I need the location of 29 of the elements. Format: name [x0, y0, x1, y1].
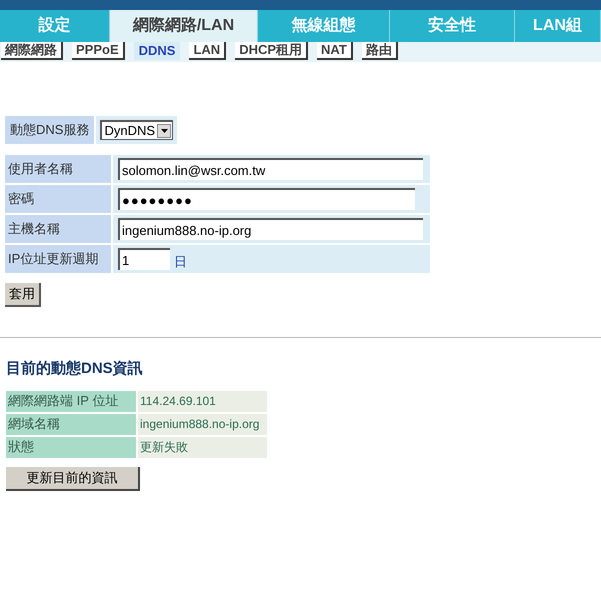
- sub-tab[interactable]: DHCP租用: [235, 42, 308, 60]
- field-label: IP位址更新週期: [5, 245, 111, 273]
- password-field[interactable]: ●●●●●●●●: [118, 188, 415, 210]
- info-value: ingenium888.no-ip.org: [138, 414, 267, 434]
- sub-tab[interactable]: LAN: [189, 42, 226, 60]
- field-label: 密碼: [5, 185, 111, 213]
- field-label: 動態DNS服務: [5, 116, 94, 144]
- info-label: 網域名稱: [6, 414, 136, 434]
- input-field[interactable]: ingenium888.no-ip.org: [118, 218, 423, 240]
- field-label: 主機名稱: [5, 215, 111, 243]
- sub-tab[interactable]: 路由: [362, 42, 398, 60]
- field-label: 使用者名稱: [5, 155, 111, 183]
- info-label: 狀態: [6, 436, 136, 458]
- service-select[interactable]: DynDNS: [100, 120, 174, 140]
- input-field[interactable]: 1: [118, 248, 170, 270]
- info-value: 更新失敗: [138, 436, 267, 458]
- sub-tab[interactable]: DDNS: [134, 42, 180, 60]
- refresh-button[interactable]: 更新目前的資訊: [6, 466, 140, 490]
- select-value: DynDNS: [103, 122, 156, 140]
- input-field[interactable]: solomon.lin@wsr.com.tw: [118, 158, 423, 180]
- sub-tab[interactable]: 網際網路: [1, 42, 63, 60]
- main-tab[interactable]: 網際網路/LAN: [110, 10, 258, 42]
- sub-tab[interactable]: NAT: [317, 42, 353, 60]
- section-title: 目前的動態DNS資訊: [6, 359, 144, 379]
- sub-tab[interactable]: PPPoE: [72, 42, 125, 60]
- info-label: 網際網路端 IP 位址: [6, 390, 136, 412]
- info-value: 114.24.69.101: [138, 390, 267, 412]
- unit-label: 日: [174, 253, 187, 272]
- apply-button[interactable]: 套用: [5, 283, 41, 307]
